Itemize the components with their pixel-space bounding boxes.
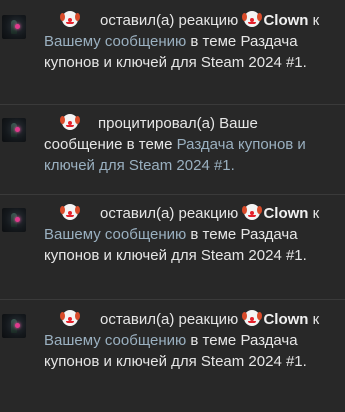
- reaction-name: Clown: [263, 311, 309, 328]
- message-link[interactable]: Вашему сообщению: [44, 332, 186, 349]
- user-avatar[interactable]: [2, 15, 26, 39]
- to-prefix: к: [312, 12, 320, 29]
- clown-reaction-icon: [242, 11, 263, 27]
- user-avatar[interactable]: [2, 118, 26, 142]
- clown-face-icon: [60, 310, 80, 326]
- clown-face-icon: [60, 204, 80, 220]
- clown-face-icon: [60, 114, 80, 130]
- in-thread-text: в теме: [190, 332, 237, 349]
- in-thread-text: в теме: [190, 33, 237, 50]
- reaction-name: Clown: [263, 12, 309, 29]
- notification-text: процитировал(а) Ваше сообщение в теме Ра…: [44, 113, 340, 176]
- notification-text: оставил(а) реакцию Clown к Вашему сообще…: [44, 309, 340, 372]
- clown-reaction-icon: [242, 204, 263, 220]
- clown-face-icon: [60, 11, 80, 27]
- notification-text: оставил(а) реакцию Clown к Вашему сообще…: [44, 10, 340, 73]
- in-thread-text: в теме: [190, 226, 237, 243]
- divider: [0, 194, 345, 195]
- clown-reaction-icon: [242, 310, 263, 326]
- action-text: оставил(а) реакцию: [100, 205, 239, 222]
- notification-text: оставил(а) реакцию Clown к Вашему сообще…: [44, 203, 340, 266]
- user-avatar[interactable]: [2, 314, 26, 338]
- notification-list: оставил(а) реакцию Clown к Вашему сообще…: [0, 0, 345, 412]
- action-text: оставил(а) реакцию: [100, 311, 239, 328]
- notification-item[interactable]: оставил(а) реакцию Clown к Вашему сообще…: [0, 6, 345, 98]
- message-link[interactable]: Вашему сообщению: [44, 33, 186, 50]
- action-text: оставил(а) реакцию: [100, 12, 239, 29]
- divider: [0, 299, 345, 300]
- reaction-name: Clown: [263, 205, 309, 222]
- message-link[interactable]: Вашему сообщению: [44, 226, 186, 243]
- divider: [0, 104, 345, 105]
- user-avatar[interactable]: [2, 208, 26, 232]
- to-prefix: к: [312, 311, 320, 328]
- to-prefix: к: [312, 205, 320, 222]
- notification-item[interactable]: оставил(а) реакцию Clown к Вашему сообще…: [0, 199, 345, 291]
- notification-item[interactable]: оставил(а) реакцию Clown к Вашему сообще…: [0, 305, 345, 397]
- notification-item[interactable]: процитировал(а) Ваше сообщение в теме Ра…: [0, 109, 345, 201]
